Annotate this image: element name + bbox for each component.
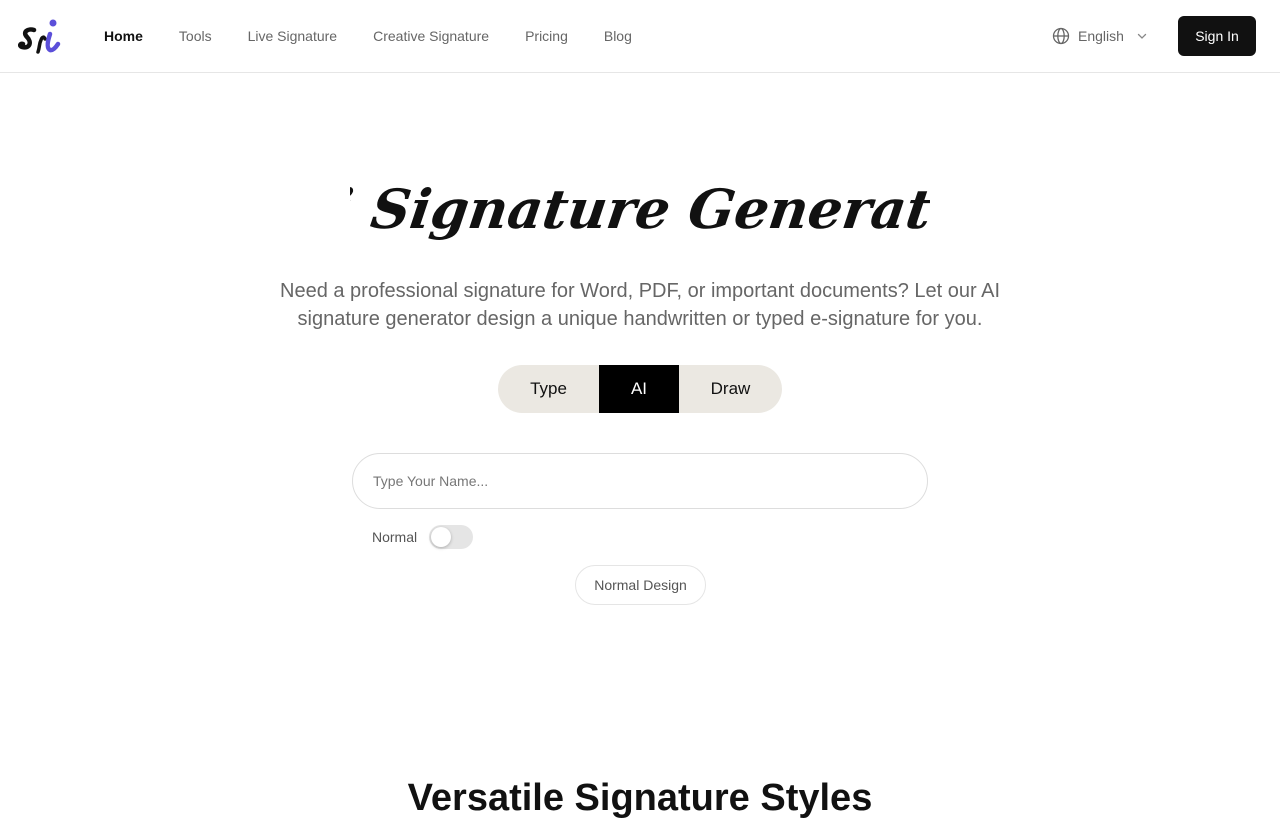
tab-ai[interactable]: AI xyxy=(599,365,679,413)
toggle-knob xyxy=(431,527,452,547)
nav-blog-link[interactable]: Blog xyxy=(604,28,632,44)
section-heading: Versatile Signature Styles xyxy=(407,777,873,819)
language-label: English xyxy=(1078,28,1124,44)
normal-toggle-row: Normal xyxy=(372,525,474,549)
globe-icon xyxy=(1052,27,1070,45)
nav-live-signature-link[interactable]: Live Signature xyxy=(248,28,338,44)
nav-creative-signature-link[interactable]: Creative Signature xyxy=(373,28,489,44)
language-selector[interactable]: English xyxy=(1052,26,1148,46)
nav-pricing-link[interactable]: Pricing xyxy=(525,28,568,44)
nav-home-link[interactable]: Home xyxy=(104,28,143,44)
normal-design-button[interactable]: Normal Design xyxy=(575,565,706,605)
tab-draw[interactable]: Draw xyxy=(679,365,782,413)
hero-title: Ai Signature Generator xyxy=(0,160,1280,260)
sign-in-button[interactable]: Sign In xyxy=(1178,16,1256,56)
top-navbar: Home Tools Live Signature Creative Signa… xyxy=(0,0,1280,73)
si-logo-icon xyxy=(17,19,61,54)
svg-text:Ai Signature Generator: Ai Signature Generator xyxy=(350,177,930,241)
hero-subtitle: Need a professional signature for Word, … xyxy=(280,280,1000,330)
main-nav: Home Tools Live Signature Creative Signa… xyxy=(104,0,632,72)
name-input[interactable] xyxy=(352,453,928,509)
brand-logo[interactable] xyxy=(17,16,62,56)
mode-tabs: Type AI Draw xyxy=(498,365,782,413)
chevron-down-icon xyxy=(1137,33,1147,39)
hero-title-script: Ai Signature Generator xyxy=(350,177,930,241)
tab-type[interactable]: Type xyxy=(498,365,599,413)
toggle-label: Normal xyxy=(372,529,418,545)
normal-toggle-switch[interactable] xyxy=(429,525,474,549)
nav-tools-link[interactable]: Tools xyxy=(179,28,212,44)
